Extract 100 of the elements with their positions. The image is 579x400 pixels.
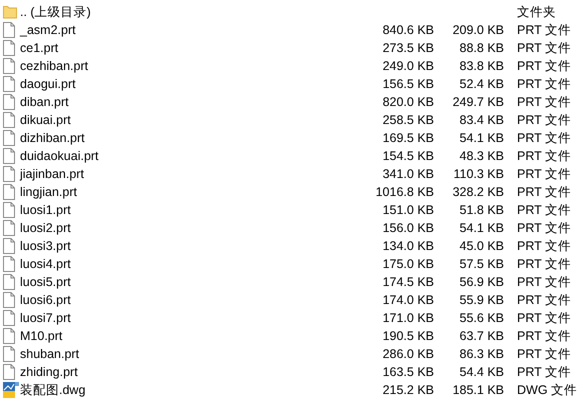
file-name[interactable]: lingjian.prt [20, 184, 364, 200]
packed-size: 83.8 KB [460, 58, 504, 74]
packed-size: 52.4 KB [460, 76, 504, 92]
file-icon [3, 220, 15, 236]
packed-size: 83.4 KB [460, 112, 504, 128]
packed-size: 110.3 KB [453, 166, 504, 182]
file-size: 175.0 KB [382, 256, 434, 272]
file-size: 273.5 KB [382, 40, 434, 56]
file-name[interactable]: shuban.prt [20, 346, 364, 362]
file-icon [3, 292, 15, 308]
file-name[interactable]: jiajinban.prt [20, 166, 364, 182]
file-icon [3, 94, 15, 110]
file-name[interactable]: dikuai.prt [20, 112, 364, 128]
file-name[interactable]: luosi7.prt [20, 310, 364, 326]
packed-size: 45.0 KB [460, 238, 504, 254]
file-size: 190.5 KB [382, 328, 434, 344]
file-type: PRT 文件 [516, 292, 572, 308]
file-name[interactable]: dizhiban.prt [20, 130, 364, 146]
file-name[interactable]: daogui.prt [20, 76, 364, 92]
packed-size: 185.1 KB [452, 382, 504, 398]
file-name[interactable]: _asm2.prt [20, 22, 364, 38]
file-icon [3, 58, 15, 74]
file-name[interactable]: cezhiban.prt [20, 58, 364, 74]
file-type: PRT 文件 [516, 238, 572, 254]
file-type: PRT 文件 [516, 328, 572, 344]
file-icon [3, 112, 15, 128]
file-name[interactable]: luosi6.prt [20, 292, 364, 308]
file-type: PRT 文件 [516, 310, 572, 326]
file-icon [3, 202, 15, 218]
file-type: DWG 文件 [516, 382, 578, 398]
packed-size: 63.7 KB [460, 328, 504, 344]
file-name[interactable]: luosi5.prt [20, 274, 364, 290]
file-type: PRT 文件 [516, 166, 572, 182]
file-size: 215.2 KB [382, 382, 434, 398]
packed-size: 328.2 KB [452, 184, 504, 200]
packed-size: 48.3 KB [460, 148, 504, 164]
file-name[interactable]: luosi4.prt [20, 256, 364, 272]
file-type: PRT 文件 [516, 220, 572, 236]
file-icon [3, 22, 15, 38]
folder-icon [3, 5, 17, 19]
file-size: 163.5 KB [382, 364, 434, 380]
file-type: 文件夹 [516, 4, 557, 20]
file-type: PRT 文件 [516, 22, 572, 38]
file-icon [3, 184, 15, 200]
file-name[interactable]: luosi2.prt [20, 220, 364, 236]
file-type: PRT 文件 [516, 256, 572, 272]
file-icon [3, 310, 15, 326]
file-size: 156.5 KB [382, 76, 434, 92]
file-size: 134.0 KB [382, 238, 434, 254]
file-type: PRT 文件 [516, 364, 572, 380]
file-size: 1016.8 KB [376, 184, 434, 200]
file-name[interactable]: 装配图.dwg [20, 382, 364, 398]
packed-size: 55.6 KB [460, 310, 504, 326]
file-type: PRT 文件 [516, 148, 572, 164]
file-name[interactable]: .. (上级目录) [20, 4, 364, 20]
file-icon [3, 274, 15, 290]
file-size: 169.5 KB [382, 130, 434, 146]
file-size: 174.5 KB [382, 274, 434, 290]
packed-size: 54.1 KB [460, 220, 504, 236]
file-name[interactable]: zhiding.prt [20, 364, 364, 380]
file-type: PRT 文件 [516, 112, 572, 128]
packed-size: 55.9 KB [460, 292, 504, 308]
file-size: 341.0 KB [382, 166, 434, 182]
file-type: PRT 文件 [516, 40, 572, 56]
file-type: PRT 文件 [516, 58, 572, 74]
packed-size: 249.7 KB [452, 94, 504, 110]
packed-size: 54.4 KB [460, 364, 504, 380]
file-size: 171.0 KB [382, 310, 434, 326]
file-type: PRT 文件 [516, 184, 572, 200]
file-icon [3, 364, 15, 380]
file-icon [3, 256, 15, 272]
file-name[interactable]: diban.prt [20, 94, 364, 110]
packed-size: 56.9 KB [460, 274, 504, 290]
file-icon [3, 238, 15, 254]
file-name[interactable]: luosi1.prt [20, 202, 364, 218]
drawing-file-icon [3, 382, 19, 398]
packed-size: 57.5 KB [460, 256, 504, 272]
file-size: 151.0 KB [382, 202, 434, 218]
file-size: 156.0 KB [382, 220, 434, 236]
file-name[interactable]: luosi3.prt [20, 238, 364, 254]
file-icon [3, 76, 15, 92]
file-icon [3, 148, 15, 164]
packed-size: 54.1 KB [460, 130, 504, 146]
file-size: 249.0 KB [382, 58, 434, 74]
packed-size: 209.0 KB [452, 22, 504, 38]
file-size: 840.6 KB [382, 22, 434, 38]
file-type: PRT 文件 [516, 94, 572, 110]
file-type: PRT 文件 [516, 202, 572, 218]
file-name[interactable]: ce1.prt [20, 40, 364, 56]
file-icon [3, 166, 15, 182]
file-size: 258.5 KB [382, 112, 434, 128]
file-type: PRT 文件 [516, 274, 572, 290]
file-type: PRT 文件 [516, 76, 572, 92]
file-icon [3, 328, 15, 344]
packed-size: 88.8 KB [460, 40, 504, 56]
file-name[interactable]: duidaokuai.prt [20, 148, 364, 164]
file-icon [3, 130, 15, 146]
file-icon [3, 40, 15, 56]
file-type: PRT 文件 [516, 346, 572, 362]
file-name[interactable]: M10.prt [20, 328, 364, 344]
